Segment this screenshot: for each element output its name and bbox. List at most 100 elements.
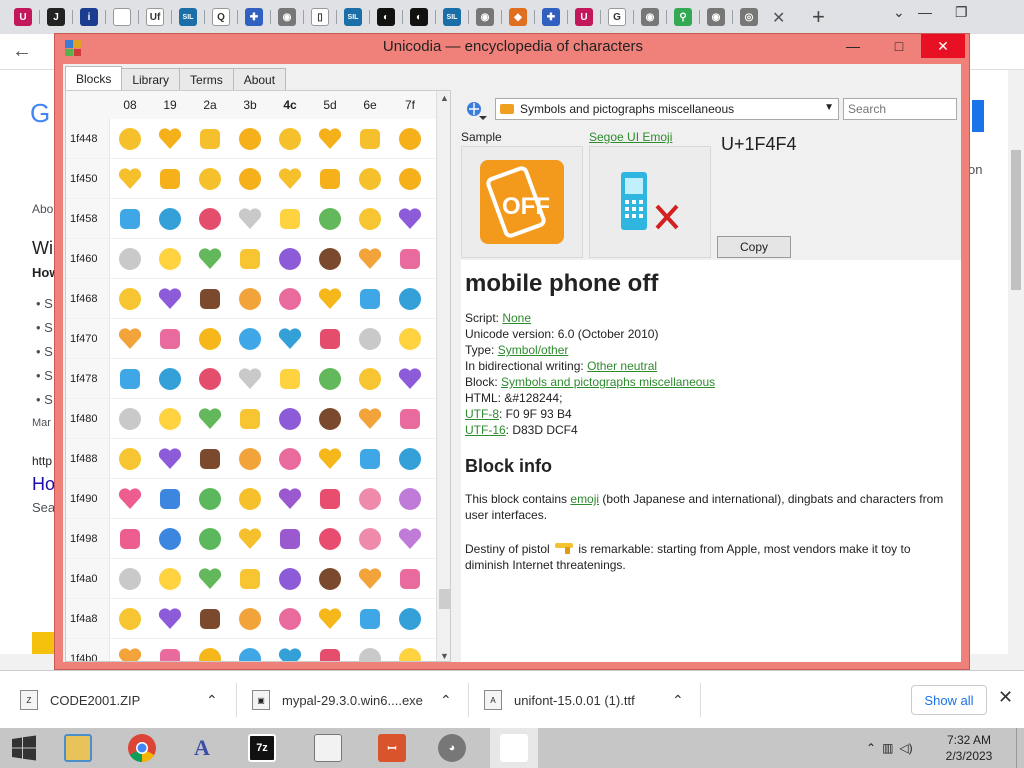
browser-tab[interactable]: ◉ bbox=[701, 4, 731, 30]
emoji-cell[interactable] bbox=[390, 479, 430, 519]
block-sort-icon[interactable] bbox=[465, 100, 487, 122]
emoji-cell[interactable] bbox=[230, 159, 270, 199]
emoji-cell[interactable] bbox=[390, 599, 430, 639]
emoji-cell[interactable] bbox=[150, 599, 190, 639]
emoji-cell[interactable] bbox=[230, 119, 270, 159]
tab-terms[interactable]: Terms bbox=[179, 68, 234, 90]
emoji-cell[interactable] bbox=[310, 279, 350, 319]
emoji-cell[interactable] bbox=[190, 359, 230, 399]
browser-tab[interactable]: Q bbox=[206, 4, 236, 30]
copy-button[interactable]: Copy bbox=[717, 236, 791, 258]
bidi-link[interactable]: Other neutral bbox=[587, 359, 657, 373]
type-link[interactable]: Symbol/other bbox=[498, 343, 569, 357]
emoji-cell[interactable] bbox=[270, 559, 310, 599]
tab-library[interactable]: Library bbox=[121, 68, 181, 90]
emoji-cell[interactable] bbox=[110, 159, 150, 199]
download-item[interactable]: Z CODE2001.ZIP ⌃ bbox=[20, 671, 230, 729]
emoji-cell[interactable] bbox=[190, 119, 230, 159]
download-item[interactable]: A unifont-15.0.01 (1).ttf ⌃ bbox=[484, 671, 694, 729]
browser-tab[interactable]: i bbox=[74, 4, 104, 30]
emoji-cell[interactable] bbox=[350, 599, 390, 639]
emoji-cell[interactable] bbox=[230, 559, 270, 599]
emoji-cell[interactable] bbox=[150, 639, 190, 661]
emoji-cell[interactable] bbox=[230, 439, 270, 479]
browser-tab[interactable]: ⚲ bbox=[668, 4, 698, 30]
taskbar-file-explorer[interactable] bbox=[54, 728, 102, 768]
browser-tab[interactable]: G bbox=[602, 4, 632, 30]
emoji-link[interactable]: emoji bbox=[570, 492, 599, 506]
taskbar-chrome[interactable] bbox=[118, 728, 166, 768]
emoji-cell[interactable] bbox=[230, 639, 270, 661]
browser-tab[interactable]: ◐ bbox=[404, 4, 434, 30]
browser-tab[interactable]: SIL bbox=[437, 4, 467, 30]
emoji-cell[interactable] bbox=[310, 519, 350, 559]
emoji-cell[interactable] bbox=[270, 519, 310, 559]
emoji-cell[interactable] bbox=[270, 239, 310, 279]
utf8-link[interactable]: UTF-8 bbox=[465, 407, 499, 421]
grid-scrollbar[interactable]: ▲ ▼ bbox=[436, 91, 450, 661]
emoji-cell[interactable] bbox=[190, 599, 230, 639]
emoji-cell[interactable] bbox=[310, 359, 350, 399]
emoji-cell[interactable] bbox=[190, 519, 230, 559]
emoji-cell[interactable] bbox=[310, 119, 350, 159]
browser-tab[interactable]: ◉ bbox=[470, 4, 500, 30]
block-link[interactable]: Symbols and pictographs miscellaneous bbox=[501, 375, 715, 389]
browser-tab[interactable]: ◎ bbox=[734, 4, 764, 30]
emoji-cell[interactable] bbox=[270, 279, 310, 319]
emoji-cell[interactable] bbox=[390, 319, 430, 359]
emoji-cell[interactable] bbox=[110, 239, 150, 279]
show-desktop-button[interactable] bbox=[1016, 728, 1024, 768]
network-icon[interactable]: ▥ bbox=[882, 741, 893, 755]
emoji-cell[interactable] bbox=[150, 479, 190, 519]
system-clock[interactable]: 7:32 AM 2/3/2023 bbox=[930, 732, 1008, 764]
browser-tab[interactable]: ▯ bbox=[305, 4, 335, 30]
emoji-cell[interactable] bbox=[110, 599, 150, 639]
back-arrow-icon[interactable]: ← bbox=[12, 40, 32, 63]
browser-minimize-icon[interactable]: — bbox=[918, 4, 932, 20]
emoji-cell[interactable] bbox=[110, 399, 150, 439]
emoji-cell[interactable] bbox=[350, 639, 390, 661]
emoji-cell[interactable] bbox=[230, 279, 270, 319]
emoji-cell[interactable] bbox=[390, 199, 430, 239]
browser-tab[interactable]: J bbox=[41, 4, 71, 30]
taskbar-notepad[interactable] bbox=[304, 728, 352, 768]
browser-tab[interactable]: U bbox=[569, 4, 599, 30]
emoji-cell[interactable] bbox=[230, 239, 270, 279]
emoji-cell[interactable] bbox=[390, 439, 430, 479]
emoji-cell[interactable] bbox=[350, 159, 390, 199]
emoji-cell[interactable] bbox=[190, 239, 230, 279]
browser-tab[interactable]: Uf bbox=[140, 4, 170, 30]
emoji-cell[interactable] bbox=[350, 519, 390, 559]
search-input[interactable] bbox=[843, 98, 957, 120]
block-dropdown[interactable]: Symbols and pictographs miscellaneous ▼ bbox=[495, 98, 839, 120]
show-all-button[interactable]: Show all bbox=[911, 685, 987, 715]
browser-tab[interactable]: ✚ bbox=[239, 4, 269, 30]
emoji-cell[interactable] bbox=[390, 399, 430, 439]
emoji-cell[interactable] bbox=[110, 439, 150, 479]
new-tab-icon[interactable]: + bbox=[812, 4, 825, 30]
taskbar-unicodia[interactable] bbox=[490, 728, 538, 768]
emoji-cell[interactable] bbox=[390, 279, 430, 319]
tab-blocks[interactable]: Blocks bbox=[65, 66, 123, 90]
emoji-cell[interactable] bbox=[350, 239, 390, 279]
emoji-cell[interactable] bbox=[150, 519, 190, 559]
download-item[interactable]: ▣ mypal-29.3.0.win6....exe ⌃ bbox=[252, 671, 462, 729]
shelf-close-icon[interactable]: ✕ bbox=[998, 687, 1013, 708]
emoji-cell[interactable] bbox=[110, 639, 150, 661]
emoji-cell[interactable] bbox=[270, 639, 310, 661]
script-link[interactable]: None bbox=[502, 311, 531, 325]
emoji-cell[interactable] bbox=[110, 279, 150, 319]
chevron-up-icon[interactable]: ⌃ bbox=[440, 692, 452, 709]
emoji-cell[interactable] bbox=[390, 119, 430, 159]
emoji-cell[interactable] bbox=[270, 439, 310, 479]
emoji-cell[interactable] bbox=[310, 159, 350, 199]
emoji-cell[interactable] bbox=[270, 399, 310, 439]
emoji-cell[interactable] bbox=[110, 479, 150, 519]
emoji-cell[interactable] bbox=[390, 359, 430, 399]
browser-tab[interactable]: SIL bbox=[173, 4, 203, 30]
emoji-cell[interactable] bbox=[230, 599, 270, 639]
emoji-cell[interactable] bbox=[190, 479, 230, 519]
emoji-cell[interactable] bbox=[310, 399, 350, 439]
chevron-up-icon[interactable]: ⌃ bbox=[672, 692, 684, 709]
emoji-cell[interactable] bbox=[190, 199, 230, 239]
